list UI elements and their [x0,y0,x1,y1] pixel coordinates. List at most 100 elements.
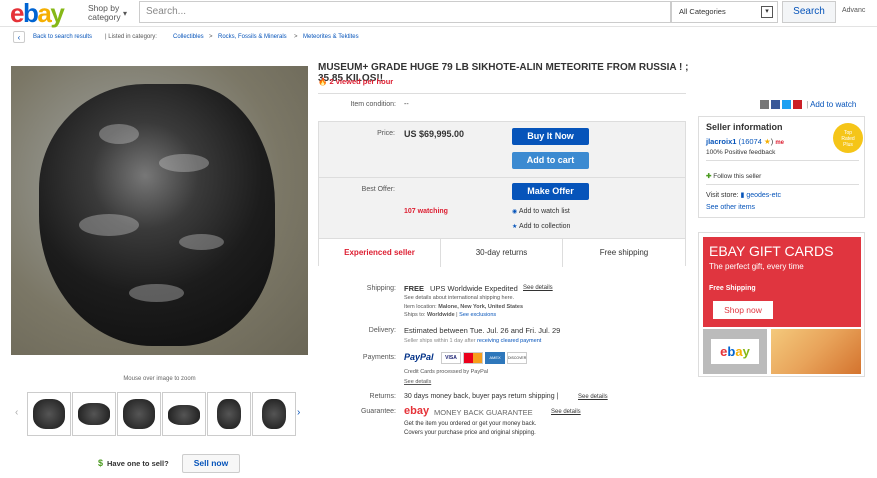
ebay-logo[interactable]: ebay [10,0,65,26]
seller-info-panel: Seller information jlacroix1 (16074 ★) m… [698,116,865,218]
gift-card-ad[interactable]: EBAY GIFT CARDS The perfect gift, every … [698,232,865,377]
zoom-hint: Mouse over image to zoom [123,376,196,382]
amex-icon: AMEX [485,352,505,364]
item-highlights: Experienced seller 30-day returns Free s… [319,238,685,267]
tab-experienced-seller: Experienced seller [319,239,441,267]
best-offer-label: Best Offer: [361,186,395,193]
thumbnail[interactable] [117,392,161,436]
thumbnail[interactable] [72,392,116,436]
price-value: US $69,995.00 [404,129,465,139]
shop-by-category[interactable]: Shop by category [88,4,121,22]
shop-now-button[interactable]: Shop now [713,301,773,319]
have-one-label: Have one to sell? [107,459,169,468]
crumb-collectibles[interactable]: Collectibles [173,34,204,40]
feedback-score[interactable]: (16074 [739,137,762,146]
price-box: Price: US $69,995.00 Buy It Now Add to c… [318,121,686,267]
thumbnail[interactable] [252,392,296,436]
crumb-separator: > [209,34,213,40]
listed-in-label: | Listed in category: [105,34,157,40]
ebay-guarantee-logo: ebay [404,405,430,417]
guarantee-line-1: Get the item you ordered or get your mon… [404,421,537,427]
thumbnail[interactable] [162,392,206,436]
see-exclusions-link[interactable]: See exclusions [459,312,496,318]
email-icon[interactable] [760,100,769,110]
thumbnail[interactable] [207,392,251,436]
chevron-right-icon[interactable]: › [297,407,300,418]
positive-feedback: 100% Positive feedback [706,149,776,156]
credit-cards-note: Credit Cards processed by PayPal [404,369,489,375]
ad-subheadline: The perfect gift, every time [709,262,804,271]
condition-label: Item condition: [350,101,396,108]
meteorite-image [39,84,275,346]
make-offer-button[interactable]: Make Offer [512,183,589,200]
shipping-label: Shipping: [366,285,396,292]
star-icon: ★ [512,224,520,230]
see-other-items-link[interactable]: See other items [706,204,755,211]
returns-policy: 30 days money back, buyer pays return sh… [404,393,559,400]
money-back-guarantee: MONEY BACK GUARANTEE [434,408,533,417]
ships-to: Ships to: Worldwide | See exclusions [404,312,497,318]
advanced-search-link[interactable]: Advanc [842,7,865,14]
guarantee-see-details-link[interactable]: See details [551,409,581,415]
divider [706,184,859,185]
me-icon: me [775,140,784,146]
crumb-meteorites[interactable]: Meteorites & Tektites [303,34,359,40]
search-button[interactable]: Search [782,1,836,23]
back-arrow-icon[interactable]: ‹ [13,31,25,43]
pinterest-icon[interactable] [793,100,802,110]
chevron-left-icon[interactable]: ‹ [15,407,18,418]
price-label: Price: [377,130,395,137]
shipping-intl: See details about international shipping… [404,295,515,301]
follow-seller[interactable]: ✚ Follow this seller [706,172,761,180]
add-to-collection-link[interactable]: ★ Add to collection [512,223,570,230]
mastercard-icon [463,352,483,364]
store-link[interactable]: geodes-etc [746,192,781,199]
chevron-down-icon: ▾ [761,6,773,18]
ad-banner: EBAY GIFT CARDS The perfect gift, every … [703,237,861,327]
item-location: Item location: Malone, New York, United … [404,304,524,310]
add-to-watch-link[interactable]: Add to watch [810,100,856,109]
twitter-icon[interactable] [782,100,791,110]
chevron-down-icon[interactable]: ▾ [123,9,127,18]
category-select[interactable]: All Categories ▾ [671,1,778,23]
divider [319,177,685,178]
search-input[interactable]: Search... [139,1,671,23]
buy-it-now-button[interactable]: Buy It Now [512,128,589,145]
cleared-payment-link[interactable]: receiving cleared payment [477,338,541,344]
ad-free-shipping: Free Shipping [709,285,756,292]
back-to-search-link[interactable]: Back to search results [33,34,92,40]
add-to-cart-button[interactable]: Add to cart [512,152,589,169]
sell-now-button[interactable]: Sell now [182,454,240,473]
paypal-logo: PayPal [404,352,434,362]
shipping-free: FREE [404,284,425,293]
thumbnail-strip: ‹ › [11,391,308,437]
seller-info-heading: Seller information [706,122,783,132]
ad-card-image: ebay [703,329,767,374]
delivery-note: Seller ships within 1 day after receivin… [404,338,542,344]
ebay-card-logo: ebay [711,339,759,364]
main-product-image[interactable] [11,66,308,355]
facebook-icon[interactable] [771,100,780,110]
header: ebay Shop by category ▾ Search... All Cat… [0,0,877,27]
payments-see-details-link[interactable]: See details [404,379,431,385]
seller-name-link[interactable]: jlacroix1 [706,137,736,146]
guarantee-line-2: Covers your purchase price and original … [404,430,536,436]
payments-label: Payments: [362,354,396,361]
delivery-label: Delivery: [368,327,396,334]
thumbnail[interactable] [27,392,71,436]
guarantee-label: Guarantee: [360,408,396,415]
see-details-link[interactable]: See details [523,285,553,291]
ad-headline: EBAY GIFT CARDS [709,243,834,259]
sell-row: $ Have one to sell? Sell now [11,453,308,473]
seller-line: jlacroix1 (16074 ★) me [706,137,784,146]
visa-icon: VISA [441,352,461,364]
divider [318,93,686,94]
divider [706,160,859,161]
tab-free-shipping: Free shipping [599,248,649,257]
crumb-rocks[interactable]: Rocks, Fossils & Minerals [218,34,287,40]
top-rated-plus-badge: Top Rated Plus [833,123,863,153]
ad-people-image [771,329,861,374]
flame-icon: 🔥 [318,77,330,86]
returns-see-details-link[interactable]: See details [578,394,608,400]
add-to-watch-list-link[interactable]: ◉ Add to watch list [512,208,570,215]
